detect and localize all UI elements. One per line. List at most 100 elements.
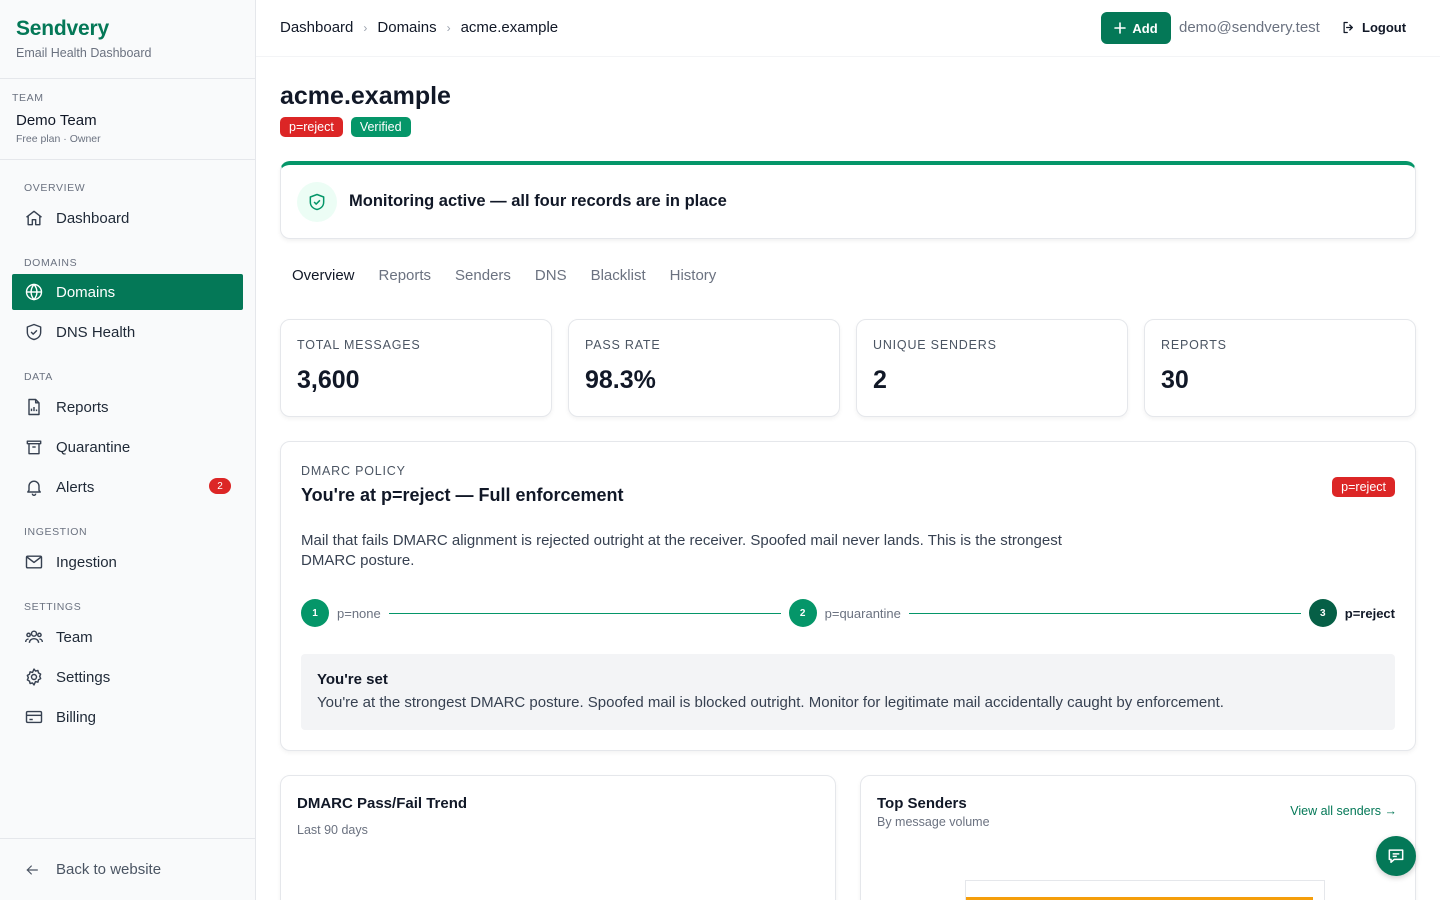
status-text: Monitoring active — all four records are… bbox=[349, 192, 727, 210]
step-1-dot: 1 bbox=[301, 599, 329, 627]
alerts-count-badge: 2 bbox=[209, 478, 231, 494]
breadcrumb-domains[interactable]: Domains bbox=[377, 19, 436, 36]
policy-section-label: DMARC POLICY bbox=[301, 464, 406, 478]
logout-icon bbox=[1341, 20, 1356, 35]
trend-card-subtitle: Last 90 days bbox=[297, 823, 368, 837]
sidebar-item-label: Billing bbox=[56, 708, 97, 726]
nav-section-data: DATA bbox=[24, 371, 53, 383]
arrow-left-icon bbox=[24, 862, 40, 878]
sidebar-item-dashboard[interactable]: Dashboard bbox=[12, 200, 243, 236]
stat-card-reports: REPORTS 30 bbox=[1144, 319, 1416, 417]
chat-icon bbox=[1386, 846, 1406, 866]
top-senders-card: Top Senders By message volume View all s… bbox=[860, 775, 1416, 900]
stat-label: TOTAL MESSAGES bbox=[297, 338, 421, 352]
user-email: demo@sendvery.test bbox=[1179, 19, 1320, 36]
senders-card-subtitle: By message volume bbox=[877, 815, 990, 829]
stat-value: 30 bbox=[1161, 366, 1189, 394]
sidebar-item-ingestion[interactable]: Ingestion bbox=[12, 544, 243, 580]
sidebar-item-reports[interactable]: Reports bbox=[12, 389, 243, 425]
tab-senders[interactable]: Senders bbox=[455, 267, 511, 284]
sidebar-item-label: Alerts bbox=[56, 478, 95, 496]
guidance-text: You're at the strongest DMARC posture. S… bbox=[317, 694, 1224, 711]
sidebar-item-label: Dashboard bbox=[56, 209, 130, 227]
stat-value: 98.3% bbox=[585, 366, 656, 394]
stat-label: REPORTS bbox=[1161, 338, 1227, 352]
policy-progress-steps: 1 p=none 2 p=quarantine 3 p=reject bbox=[301, 599, 1395, 627]
add-button[interactable]: Add bbox=[1101, 12, 1171, 44]
stat-label: UNIQUE SENDERS bbox=[873, 338, 997, 352]
brand-subtitle: Email Health Dashboard bbox=[16, 46, 152, 60]
sidebar-item-alerts[interactable]: Alerts 2 bbox=[12, 469, 243, 505]
policy-guidance-box: You're set You're at the strongest DMARC… bbox=[301, 654, 1395, 730]
nav-section-ingestion: INGESTION bbox=[24, 526, 88, 538]
sidebar-item-billing[interactable]: Billing bbox=[12, 699, 243, 735]
step-2-label: p=quarantine bbox=[824, 605, 901, 621]
view-all-senders-link[interactable]: View all senders → bbox=[1290, 804, 1397, 818]
domain-tabs: Overview Reports Senders DNS Blacklist H… bbox=[292, 267, 716, 284]
nav-section-overview: OVERVIEW bbox=[24, 182, 86, 194]
sidebar-item-domains[interactable]: Domains bbox=[12, 274, 243, 310]
nav-section-domains: DOMAINS bbox=[24, 257, 78, 269]
breadcrumb-current: acme.example bbox=[460, 19, 559, 36]
sidebar-item-dns-health[interactable]: DNS Health bbox=[12, 314, 243, 350]
sidebar-item-label: Team bbox=[56, 628, 93, 646]
sidebar-item-label: Ingestion bbox=[56, 553, 117, 571]
breadcrumb-dashboard[interactable]: Dashboard bbox=[280, 19, 353, 36]
brand: Sendvery Email Health Dashboard bbox=[0, 0, 255, 79]
shield-icon bbox=[24, 322, 44, 342]
guidance-title: You're set bbox=[317, 671, 388, 688]
tab-history[interactable]: History bbox=[670, 267, 717, 284]
sidebar-item-label: Settings bbox=[56, 668, 111, 686]
step-connector bbox=[388, 612, 781, 614]
home-icon bbox=[24, 208, 44, 228]
sidebar-nav: OVERVIEW Dashboard DOMAINS Domains DNS H… bbox=[12, 160, 243, 735]
policy-description: Mail that fails DMARC alignment is rejec… bbox=[301, 532, 1062, 569]
sidebar: Sendvery Email Health Dashboard TEAM Dem… bbox=[0, 0, 256, 900]
monitoring-status-card: Monitoring active — all four records are… bbox=[280, 161, 1416, 239]
stat-card-unique-senders: UNIQUE SENDERS 2 bbox=[856, 319, 1128, 417]
page-title: acme.example bbox=[280, 82, 451, 110]
stat-value: 3,600 bbox=[297, 366, 360, 394]
tab-blacklist[interactable]: Blacklist bbox=[591, 267, 646, 284]
back-to-website-link[interactable]: Back to website bbox=[0, 838, 255, 900]
chat-support-button[interactable] bbox=[1376, 836, 1416, 876]
back-to-website-label: Back to website bbox=[56, 861, 162, 878]
top-bar: Dashboard › Domains › acme.example Add d… bbox=[256, 0, 1440, 57]
shield-check-icon bbox=[297, 181, 337, 222]
verified-badge: Verified bbox=[350, 117, 411, 137]
trend-card-title: DMARC Pass/Fail Trend bbox=[297, 795, 468, 812]
globe-icon bbox=[24, 282, 44, 302]
logout-button[interactable]: Logout bbox=[1341, 20, 1406, 35]
team-switcher[interactable]: TEAM Demo Team Free plan · Owner bbox=[0, 79, 255, 160]
document-chart-icon bbox=[24, 397, 44, 417]
stat-card-total-messages: TOTAL MESSAGES 3,600 bbox=[280, 319, 552, 417]
nav-section-settings: SETTINGS bbox=[24, 601, 82, 613]
sidebar-item-settings[interactable]: Settings bbox=[12, 659, 243, 695]
trash-icon bbox=[24, 437, 44, 457]
team-name: Demo Team bbox=[16, 112, 97, 129]
chevron-right-icon: › bbox=[446, 20, 451, 35]
dmarc-policy-card: DMARC POLICY You're at p=reject — Full e… bbox=[280, 441, 1416, 751]
envelope-icon bbox=[24, 552, 44, 572]
sidebar-item-label: Reports bbox=[56, 398, 109, 416]
stat-card-pass-rate: PASS RATE 98.3% bbox=[568, 319, 840, 417]
policy-title: You're at p=reject — Full enforcement bbox=[301, 485, 624, 505]
sidebar-item-quarantine[interactable]: Quarantine bbox=[12, 429, 243, 465]
step-3-label: p=reject bbox=[1344, 605, 1395, 621]
policy-level-badge: p=reject bbox=[1332, 477, 1395, 497]
credit-card-icon bbox=[24, 707, 44, 727]
title-badges: p=reject Verified bbox=[280, 117, 411, 137]
tab-reports[interactable]: Reports bbox=[379, 267, 432, 284]
tab-dns[interactable]: DNS bbox=[535, 267, 567, 284]
logout-label: Logout bbox=[1362, 20, 1407, 35]
plus-icon bbox=[1114, 22, 1127, 34]
senders-chart bbox=[965, 880, 1325, 900]
step-3-dot: 3 bbox=[1308, 599, 1337, 627]
tab-overview[interactable]: Overview bbox=[292, 267, 355, 284]
sidebar-item-team[interactable]: Team bbox=[12, 619, 243, 655]
step-2-dot: 2 bbox=[788, 599, 817, 627]
trend-chart-card: DMARC Pass/Fail Trend Last 90 days bbox=[280, 775, 836, 900]
sidebar-item-label: DNS Health bbox=[56, 323, 136, 341]
brand-name[interactable]: Sendvery bbox=[16, 17, 239, 41]
team-label: TEAM bbox=[12, 92, 44, 104]
